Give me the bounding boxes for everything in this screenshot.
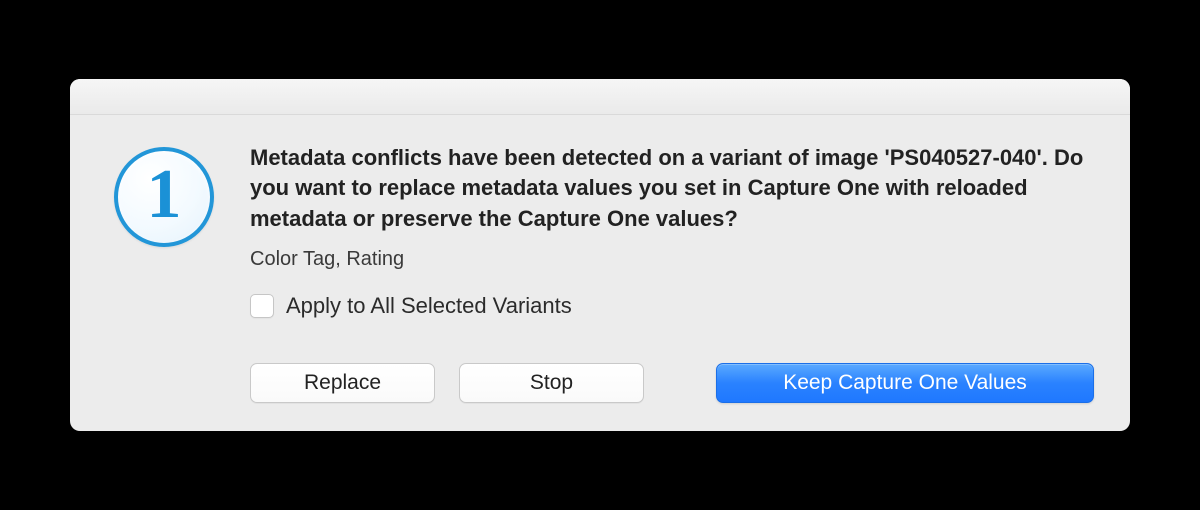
apply-all-row: Apply to All Selected Variants	[250, 293, 1094, 319]
apply-all-label: Apply to All Selected Variants	[286, 293, 572, 319]
stop-button[interactable]: Stop	[459, 363, 644, 403]
icon-column: 1	[114, 143, 214, 403]
apply-all-checkbox[interactable]	[250, 294, 274, 318]
dialog-titlebar	[70, 79, 1130, 115]
keep-capture-one-values-button[interactable]: Keep Capture One Values	[716, 363, 1094, 403]
metadata-conflict-dialog: 1 Metadata conflicts have been detected …	[70, 79, 1130, 431]
dialog-content: 1 Metadata conflicts have been detected …	[70, 115, 1130, 431]
text-column: Metadata conflicts have been detected on…	[250, 143, 1094, 403]
dialog-heading: Metadata conflicts have been detected on…	[250, 143, 1094, 234]
replace-button[interactable]: Replace	[250, 363, 435, 403]
app-icon-glyph: 1	[147, 160, 182, 230]
button-row: Replace Stop Keep Capture One Values	[250, 363, 1094, 403]
capture-one-app-icon: 1	[114, 147, 214, 247]
dialog-subtext: Color Tag, Rating	[250, 248, 1094, 271]
